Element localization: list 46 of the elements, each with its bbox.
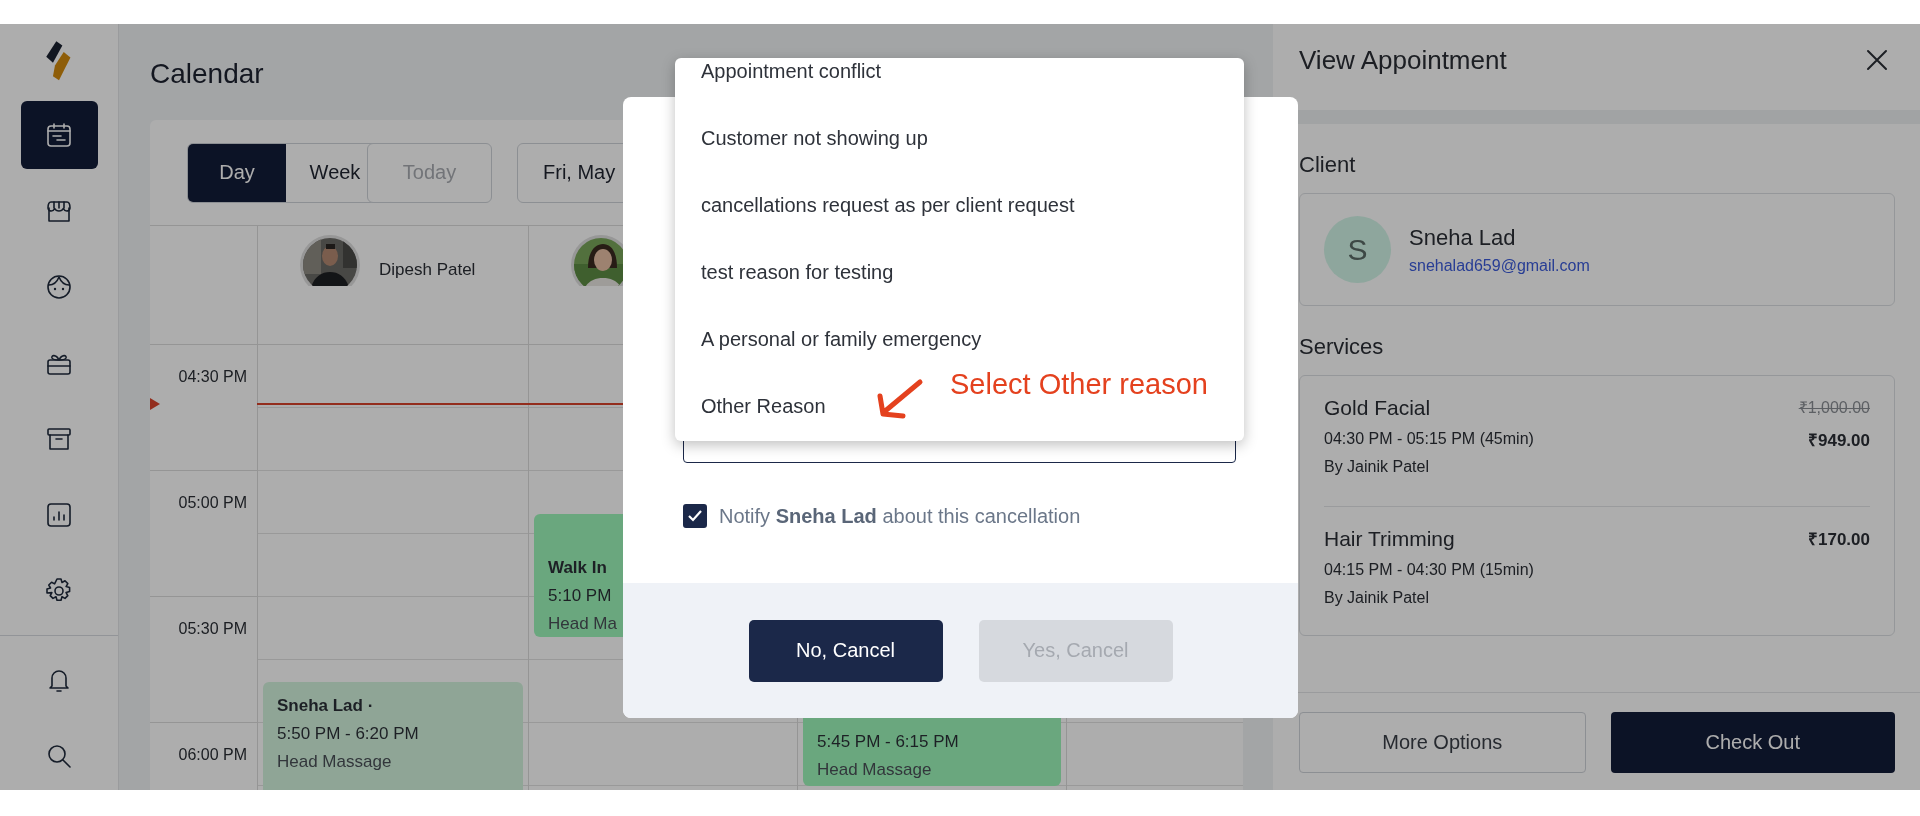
section-heading: Client	[1299, 152, 1357, 178]
appointment-service: Head Ma	[548, 614, 618, 634]
time-label: 05:30 PM	[178, 619, 247, 638]
face-icon	[44, 272, 74, 302]
dropdown-option[interactable]: Customer not showing up	[675, 105, 940, 172]
appointment-time: 5:45 PM - 6:15 PM	[817, 732, 960, 752]
time-label: 06:00 PM	[178, 745, 247, 764]
original-price: ₹1,000.00	[1798, 398, 1870, 418]
client-avatar: S	[1324, 216, 1391, 283]
appointment-client: Walk In	[548, 558, 608, 578]
appointment-client: Sneha Lad ·	[277, 696, 375, 716]
dropdown-option[interactable]: Other Reason	[675, 373, 838, 440]
service-name: Hair Trimming	[1324, 527, 1456, 551]
time-label: 05:00 PM	[178, 493, 247, 512]
page-title: Calendar	[150, 57, 264, 91]
service-price: ₹949.00	[1808, 430, 1870, 451]
dismiss-button[interactable]: No, Cancel	[748, 619, 943, 682]
view-tab[interactable]: Day	[188, 143, 286, 202]
chart-icon	[44, 500, 74, 530]
appointment-card[interactable]: Sneha Lad · 5:50 PM - 6:20 PM Head Massage	[263, 682, 523, 790]
client-name: Sneha Lad	[1409, 224, 1517, 251]
check-icon	[687, 508, 703, 524]
dropdown-option[interactable]: test reason for testing	[675, 239, 906, 306]
dropdown-option[interactable]: cancellations request as per client request	[675, 172, 1087, 239]
sidebar-button[interactable]	[20, 101, 98, 169]
service-staff: By Jainik Patel	[1324, 458, 1430, 476]
notify-label: Notify Sneha Lad about this cancellation	[719, 504, 1081, 528]
service-time: 04:15 PM - 04:30 PM (15min)	[1324, 561, 1534, 579]
staff-name: Dipesh Patel	[379, 260, 476, 280]
appointment-service: Head Massage	[817, 760, 933, 780]
service-time: 04:30 PM - 05:15 PM (45min)	[1324, 430, 1534, 448]
calendar-icon	[44, 120, 74, 150]
service-price: ₹170.00	[1808, 529, 1870, 550]
service-name: Gold Facial	[1324, 396, 1432, 420]
section-heading: Services	[1299, 334, 1385, 360]
panel-title: View Appointment	[1299, 44, 1507, 76]
client-email[interactable]: snehalad659@gmail.com	[1409, 256, 1590, 275]
appointment-time: 5:50 PM - 6:20 PM	[277, 724, 420, 744]
more-options-button[interactable]: More Options	[1299, 712, 1586, 773]
checkout-button[interactable]: Check Out	[1610, 712, 1895, 773]
appointment-service: Head Massage	[277, 752, 393, 772]
appointment-time: 5:10 PM	[548, 586, 613, 606]
time-label: 04:30 PM	[178, 367, 247, 386]
service-staff: By Jainik Patel	[1324, 589, 1430, 607]
dropdown-option[interactable]: Appointment conflict	[675, 58, 894, 105]
notify-checkbox[interactable]	[683, 504, 707, 528]
